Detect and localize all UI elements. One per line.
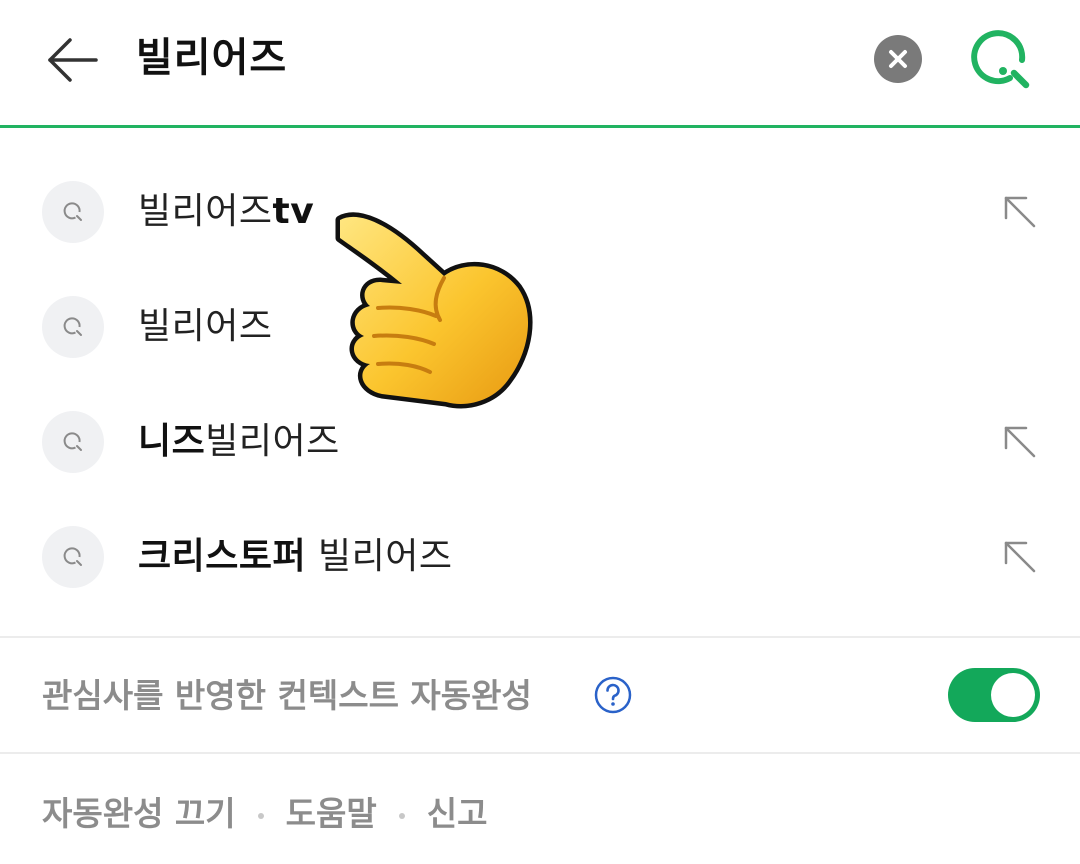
suggestion-bold-text: 니즈 (138, 421, 206, 462)
clear-x-icon (889, 50, 907, 68)
search-icon (42, 296, 104, 358)
question-circle-icon[interactable] (594, 676, 632, 714)
arrow-up-left-icon[interactable] (1000, 537, 1040, 577)
search-submit-button[interactable] (964, 26, 1038, 92)
suggestion-text: 빌리어즈 (138, 297, 272, 357)
separator-dot (398, 812, 405, 819)
suggestion-normal-text: 빌리어즈 (138, 306, 273, 347)
suggestion-text: 니즈빌리어즈 (138, 412, 340, 472)
suggestion-item[interactable]: 크리스토퍼 빌리어즈 (0, 497, 1080, 612)
search-icon (42, 181, 104, 243)
arrow-up-left-icon[interactable] (1000, 192, 1040, 232)
turn-off-autocomplete-link[interactable]: 자동완성 끄기 (42, 794, 236, 833)
toggle-knob (991, 673, 1035, 717)
suggestion-normal-text: 빌리어즈 (205, 421, 340, 462)
divider (0, 636, 1080, 638)
suggestion-text: 빌리어즈tv (138, 182, 314, 242)
suggestion-text: 크리스토퍼 빌리어즈 (138, 527, 453, 587)
separator-dot (257, 812, 264, 819)
suggestion-item[interactable]: 빌리어즈 (0, 267, 1080, 382)
search-icon (971, 30, 1030, 89)
suggestion-item[interactable]: 니즈빌리어즈 (0, 382, 1080, 497)
search-icon (42, 526, 104, 588)
context-autocomplete-toggle[interactable] (948, 668, 1040, 722)
search-query-input[interactable]: 빌리어즈 (136, 30, 287, 86)
back-button[interactable] (40, 30, 104, 90)
suggestion-item[interactable]: 빌리어즈tv (0, 152, 1080, 267)
context-autocomplete-row: 관심사를 반영한 컨텍스트 자동완성 (0, 640, 1080, 752)
arrow-left-icon (48, 38, 98, 82)
autocomplete-list: 빌리어즈tv 빌리어즈 니즈빌리어즈 크리스토퍼 빌리어즈 (0, 152, 1080, 612)
suggestion-bold-text: tv (272, 191, 315, 232)
search-header: 빌리어즈 (0, 0, 1080, 128)
arrow-up-left-icon[interactable] (1000, 422, 1040, 462)
clear-search-button[interactable] (874, 35, 922, 83)
suggestion-normal-text: 빌리어즈 (138, 191, 273, 232)
search-icon (42, 411, 104, 473)
divider (0, 752, 1080, 754)
suggestion-normal-text: 빌리어즈 (306, 536, 453, 577)
autocomplete-footer: 자동완성 끄기 도움말 신고 (42, 786, 487, 842)
help-link[interactable]: 도움말 (286, 794, 377, 833)
context-autocomplete-label: 관심사를 반영한 컨텍스트 자동완성 (42, 676, 532, 715)
report-link[interactable]: 신고 (427, 794, 488, 833)
suggestion-bold-text: 크리스토퍼 (138, 536, 307, 577)
